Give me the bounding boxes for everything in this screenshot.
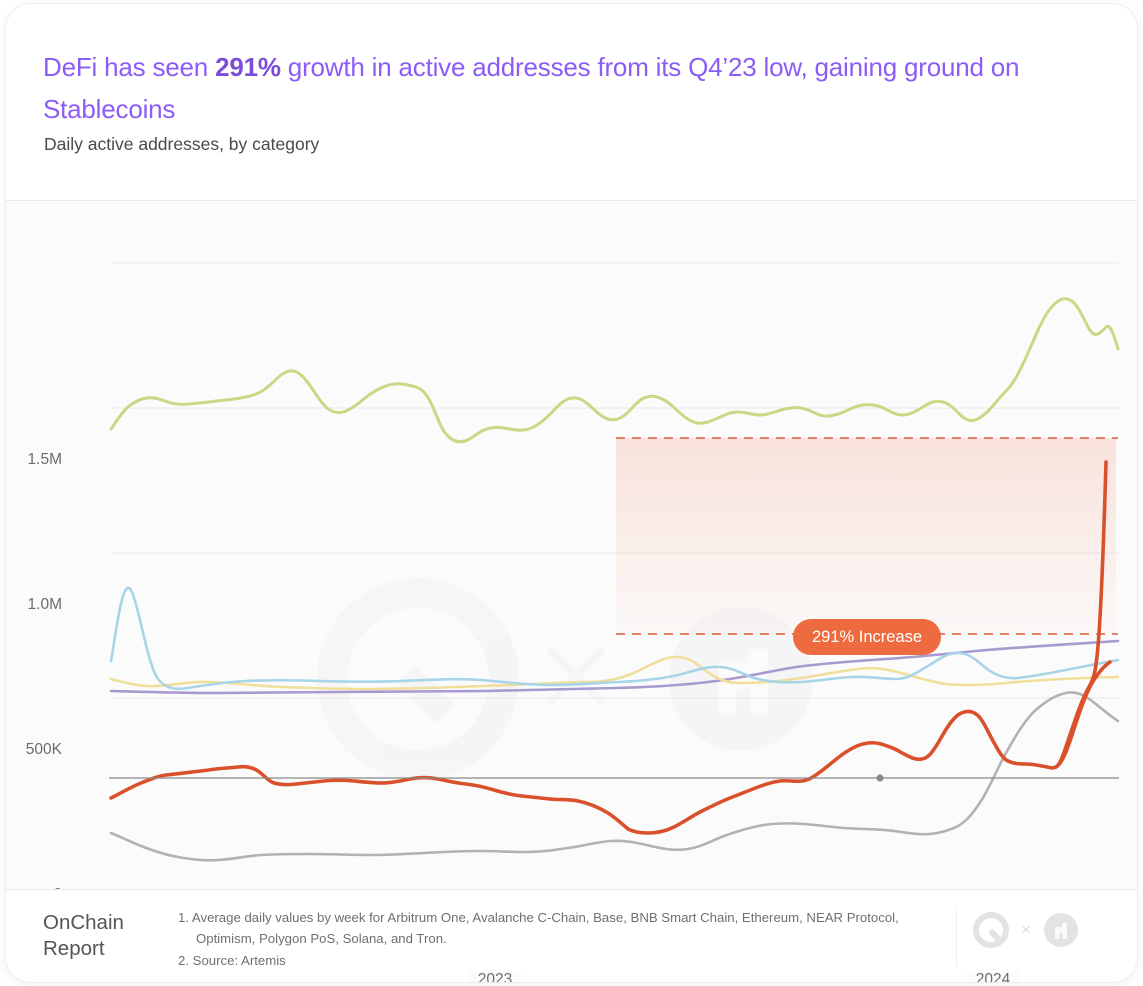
card-footer: OnChain Report 1. Average daily values b… <box>6 889 1137 982</box>
footer-logos: × <box>971 910 1081 950</box>
logo-separator-icon: × <box>1021 920 1031 939</box>
highlight-band <box>616 437 1118 635</box>
brand-name: OnChain Report <box>43 910 124 962</box>
footnote-item: 1. Average daily values by week for Arbi… <box>178 910 899 946</box>
series-line-all-nft-apps <box>109 655 1120 691</box>
year-label-2023: 2023 <box>468 971 522 982</box>
series-line-all-stablecoins <box>109 297 1120 444</box>
year-label-2024: 2024 <box>966 971 1020 982</box>
page-title: DeFi has seen 291% growth in active addr… <box>43 46 1043 130</box>
page-subtitle: Daily active addresses, by category <box>44 134 320 154</box>
line-chart-svg <box>109 262 1120 862</box>
footnotes: 1. Average daily values by week for Arbi… <box>178 907 948 972</box>
report-card: DeFi has seen 291% growth in active addr… <box>5 3 1138 983</box>
chart-container: 1.5M 1.0M 500K 0 Apr May Jun Jul Aug Sep… <box>6 201 1137 982</box>
y-tick-label: 500K <box>25 741 62 758</box>
footnote-item: 2. Source: Artemis <box>178 953 286 968</box>
y-tick-label: 1.0M <box>27 596 62 613</box>
brand-line-2: Report <box>43 937 105 960</box>
footer-divider <box>956 910 957 966</box>
title-highlight: 291% <box>215 52 281 82</box>
year-axis-marker <box>876 774 884 782</box>
artemis-logo-icon <box>1043 913 1078 947</box>
brand-line-1: OnChain <box>43 911 124 934</box>
card-header: DeFi has seen 291% growth in active addr… <box>6 4 1137 201</box>
q-logo-icon <box>973 912 1009 948</box>
y-tick-label: 1.5M <box>27 451 62 468</box>
annotation-badge: 291% Increase <box>793 619 942 655</box>
title-part-pre: DeFi has seen <box>43 52 216 82</box>
